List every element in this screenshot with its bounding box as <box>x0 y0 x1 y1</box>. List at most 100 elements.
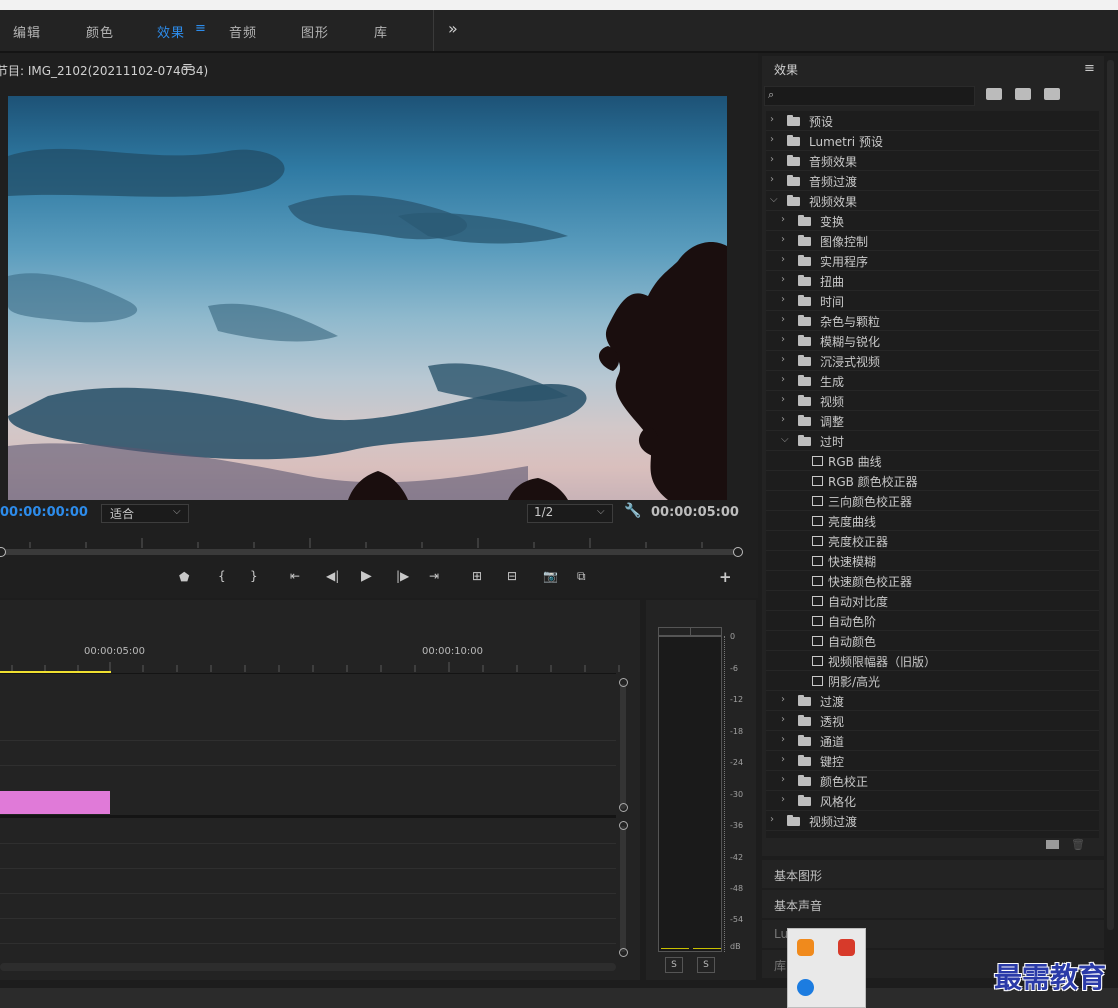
workspace-overflow-icon[interactable]: » <box>448 19 459 38</box>
button-editor-plus-icon[interactable]: + <box>719 568 732 586</box>
chevron-right-icon[interactable]: › <box>781 754 785 765</box>
scroll-handle-top[interactable] <box>619 821 628 830</box>
effect-item[interactable]: 亮度曲线 <box>766 511 1099 531</box>
effect-item[interactable]: 阴影/高光 <box>766 671 1099 691</box>
effect-item[interactable]: RGB 颜色校正器 <box>766 471 1099 491</box>
effect-folder[interactable]: › 扭曲 <box>766 271 1099 291</box>
scroll-handle-bottom[interactable] <box>619 803 628 812</box>
yuv-effects-icon[interactable] <box>1044 88 1060 100</box>
essential-sound-panel-header[interactable]: 基本声音 <box>762 890 1104 918</box>
go-to-out-icon[interactable]: ⇥ <box>429 569 439 583</box>
chevron-right-icon[interactable]: › <box>781 774 785 785</box>
chevron-right-icon[interactable]: › <box>781 394 785 405</box>
effect-folder[interactable]: › 模糊与锐化 <box>766 331 1099 351</box>
program-menu-icon[interactable]: ≡ <box>182 60 193 75</box>
effect-item[interactable]: 自动颜色 <box>766 631 1099 651</box>
effect-folder[interactable]: › 颜色校正 <box>766 771 1099 791</box>
chevron-right-icon[interactable]: › <box>781 734 785 745</box>
chevron-right-icon[interactable]: › <box>781 234 785 245</box>
chevron-right-icon[interactable]: › <box>781 274 785 285</box>
chevron-down-icon[interactable]: ⌵ <box>770 194 778 205</box>
effects-panel-title[interactable]: 效果 <box>774 61 798 78</box>
effect-item[interactable]: 亮度校正器 <box>766 531 1099 551</box>
essential-graphics-panel-header[interactable]: 基本图形 <box>762 860 1104 888</box>
chevron-right-icon[interactable]: › <box>770 134 774 145</box>
effect-folder[interactable]: › 音频效果 <box>766 151 1099 171</box>
effect-folder[interactable]: › 图像控制 <box>766 231 1099 251</box>
effect-folder[interactable]: › 实用程序 <box>766 251 1099 271</box>
effect-folder[interactable]: › 键控 <box>766 751 1099 771</box>
program-time-ruler[interactable] <box>0 533 740 548</box>
play-icon[interactable]: ▶ <box>361 568 372 584</box>
effects-panel-menu-icon[interactable]: ≡ <box>1084 61 1095 76</box>
chevron-right-icon[interactable]: › <box>781 354 785 365</box>
effect-folder[interactable]: › 生成 <box>766 371 1099 391</box>
effect-folder[interactable]: › 调整 <box>766 411 1099 431</box>
add-marker-icon[interactable]: ⬟ <box>179 570 189 584</box>
timeline-horizontal-scrollbar[interactable] <box>0 963 616 971</box>
step-forward-icon[interactable]: |▶︎ <box>396 569 409 583</box>
chevron-right-icon[interactable]: › <box>781 714 785 725</box>
effect-folder[interactable]: › 变换 <box>766 211 1099 231</box>
scrub-out-handle[interactable] <box>733 547 743 557</box>
program-video-frame[interactable] <box>8 96 727 500</box>
program-current-time[interactable]: 00:00:00:00 <box>0 505 88 520</box>
effect-folder[interactable]: › 时间 <box>766 291 1099 311</box>
effect-folder[interactable]: › 透视 <box>766 711 1099 731</box>
effect-item[interactable]: 快速颜色校正器 <box>766 571 1099 591</box>
video-tracks-scrollbar[interactable] <box>620 684 626 809</box>
chevron-right-icon[interactable]: › <box>770 114 774 125</box>
effect-item[interactable]: RGB 曲线 <box>766 451 1099 471</box>
effect-folder[interactable]: › 通道 <box>766 731 1099 751</box>
scroll-handle-bottom[interactable] <box>619 948 628 957</box>
32bit-effects-icon[interactable] <box>1015 88 1031 100</box>
zoom-select[interactable]: 适合 ⌵ <box>101 504 189 523</box>
workspace-tab-libraries[interactable]: 库 <box>374 22 388 41</box>
effect-folder[interactable]: › 过渡 <box>766 691 1099 711</box>
effect-item[interactable]: 视频限幅器（旧版） <box>766 651 1099 671</box>
workspace-tab-audio[interactable]: 音频 <box>229 22 257 41</box>
chevron-right-icon[interactable]: › <box>770 814 774 825</box>
effect-folder[interactable]: › 音频过渡 <box>766 171 1099 191</box>
workspace-tab-color[interactable]: 颜色 <box>86 22 114 41</box>
lift-icon[interactable]: ⊞ <box>472 569 482 583</box>
scroll-handle-top[interactable] <box>619 678 628 687</box>
chevron-right-icon[interactable]: › <box>770 154 774 165</box>
effects-search-field[interactable]: ⌕ <box>764 86 975 106</box>
go-to-in-icon[interactable]: ⇤ <box>290 569 300 583</box>
effect-folder[interactable]: › 视频过渡 <box>766 811 1099 831</box>
mark-out-icon[interactable]: } <box>250 569 258 583</box>
chevron-right-icon[interactable]: › <box>781 334 785 345</box>
chevron-right-icon[interactable]: › <box>781 794 785 805</box>
workspace-tab-graphics[interactable]: 图形 <box>301 22 329 41</box>
workspace-tab-effects[interactable]: 效果 <box>157 22 185 41</box>
effect-item[interactable]: 自动色阶 <box>766 611 1099 631</box>
audio-tracks-scrollbar[interactable] <box>620 826 626 952</box>
effect-folder[interactable]: › 预设 <box>766 111 1099 131</box>
effect-folder[interactable]: › 杂色与颗粒 <box>766 311 1099 331</box>
step-back-icon[interactable]: ◀︎| <box>326 569 339 583</box>
effect-item[interactable]: 自动对比度 <box>766 591 1099 611</box>
effect-folder[interactable]: ⌵ 过时 <box>766 431 1099 451</box>
program-monitor-title[interactable]: 节目: IMG_2102(20211102-074034) <box>0 62 208 79</box>
effect-folder[interactable]: › 沉浸式视频 <box>766 351 1099 371</box>
resolution-select[interactable]: 1/2 ⌵ <box>527 504 613 523</box>
effects-panel-scrollbar[interactable] <box>1107 60 1114 930</box>
chevron-right-icon[interactable]: › <box>781 294 785 305</box>
effects-search-input[interactable] <box>781 87 973 105</box>
extract-icon[interactable]: ⊟ <box>507 569 517 583</box>
effect-item[interactable]: 三向颜色校正器 <box>766 491 1099 511</box>
workspace-tab-edit[interactable]: 编辑 <box>13 22 41 41</box>
mark-in-icon[interactable]: { <box>218 569 226 583</box>
tray-app-icon[interactable] <box>797 979 814 996</box>
video-clip[interactable] <box>0 791 110 814</box>
effect-folder[interactable]: › 视频 <box>766 391 1099 411</box>
solo-left-button[interactable]: S <box>665 957 683 973</box>
accelerated-effects-icon[interactable] <box>986 88 1002 100</box>
effect-folder[interactable]: › 风格化 <box>766 791 1099 811</box>
comparison-view-icon[interactable]: ⧉ <box>577 569 586 584</box>
chevron-right-icon[interactable]: › <box>781 314 785 325</box>
program-scrub-bar[interactable] <box>0 549 738 555</box>
trash-icon[interactable]: 🗑 <box>1071 838 1085 851</box>
solo-right-button[interactable]: S <box>697 957 715 973</box>
